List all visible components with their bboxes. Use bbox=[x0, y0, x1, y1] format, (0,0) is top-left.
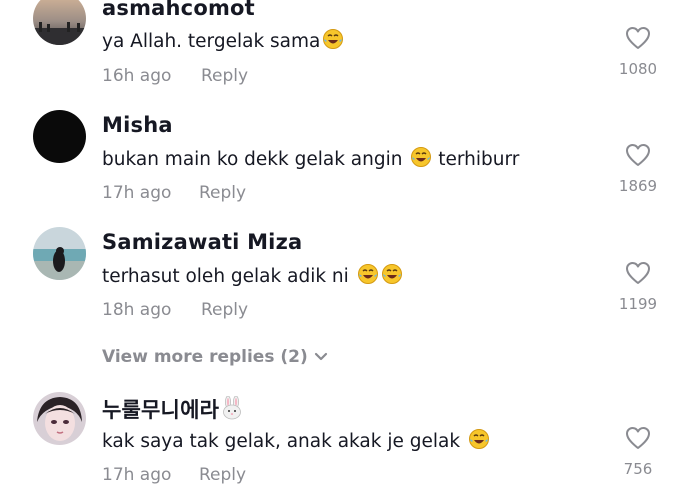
avatar[interactable] bbox=[33, 0, 86, 45]
comment-text-tail: terhiburr bbox=[432, 149, 520, 170]
rabbit-face-emoji-icon bbox=[221, 395, 243, 425]
comment-timestamp: 18h ago bbox=[102, 300, 172, 320]
like-button[interactable]: 1080 bbox=[608, 26, 668, 78]
avatar[interactable] bbox=[33, 227, 86, 280]
comment-timestamp: 17h ago bbox=[102, 183, 172, 203]
comment-text: terhasut oleh gelak adik ni bbox=[102, 263, 403, 290]
avatar[interactable] bbox=[33, 392, 86, 445]
laughing-tears-emoji-icon bbox=[322, 28, 344, 55]
reply-button[interactable]: Reply bbox=[201, 300, 248, 320]
laughing-tears-emoji-icon bbox=[410, 146, 432, 173]
like-button[interactable]: 1199 bbox=[608, 261, 668, 313]
like-button[interactable]: 1869 bbox=[608, 143, 668, 195]
comment-username[interactable]: Misha bbox=[102, 113, 173, 137]
comment-text: ya Allah. tergelak sama bbox=[102, 28, 344, 55]
laughing-tears-emoji-icon bbox=[357, 263, 379, 290]
like-count: 1199 bbox=[618, 295, 658, 313]
view-more-replies-label: View more replies (2) bbox=[102, 347, 308, 367]
reply-button[interactable]: Reply bbox=[199, 183, 246, 203]
heart-icon bbox=[626, 144, 650, 166]
laughing-tears-emoji-icon bbox=[468, 428, 490, 455]
chevron-down-icon bbox=[314, 352, 327, 361]
comment-timestamp: 16h ago bbox=[102, 66, 172, 86]
comment-text-body: bukan main ko dekk gelak angin bbox=[102, 149, 403, 170]
like-count: 1869 bbox=[618, 177, 658, 195]
comment-username[interactable]: Samizawati Miza bbox=[102, 230, 302, 254]
like-count: 1080 bbox=[618, 60, 658, 78]
reply-button[interactable]: Reply bbox=[199, 465, 246, 485]
heart-icon bbox=[626, 427, 650, 449]
comment-text-body: terhasut oleh gelak adik ni bbox=[102, 266, 355, 287]
avatar[interactable] bbox=[33, 110, 86, 163]
comment-username[interactable]: 누룰무니에라 bbox=[102, 394, 243, 425]
laughing-tears-emoji-icon bbox=[381, 263, 403, 290]
comment-text: kak saya tak gelak, anak akak je gelak bbox=[102, 428, 490, 455]
like-count: 756 bbox=[623, 460, 653, 478]
comment-text-body: ya Allah. tergelak sama bbox=[102, 31, 321, 52]
reply-button[interactable]: Reply bbox=[201, 66, 248, 86]
comment-timestamp: 17h ago bbox=[102, 465, 172, 485]
like-button[interactable]: 756 bbox=[608, 426, 668, 478]
heart-icon bbox=[626, 27, 650, 49]
comment-username-text: 누룰무니에라 bbox=[102, 398, 220, 422]
comment-username[interactable]: asmahcomot bbox=[102, 0, 255, 20]
view-more-replies-button[interactable]: View more replies (2) bbox=[102, 347, 328, 367]
heart-icon bbox=[626, 262, 650, 284]
comment-text-body: kak saya tak gelak, anak akak je gelak bbox=[102, 431, 466, 452]
comment-text: bukan main ko dekk gelak angin terhiburr bbox=[102, 146, 519, 173]
